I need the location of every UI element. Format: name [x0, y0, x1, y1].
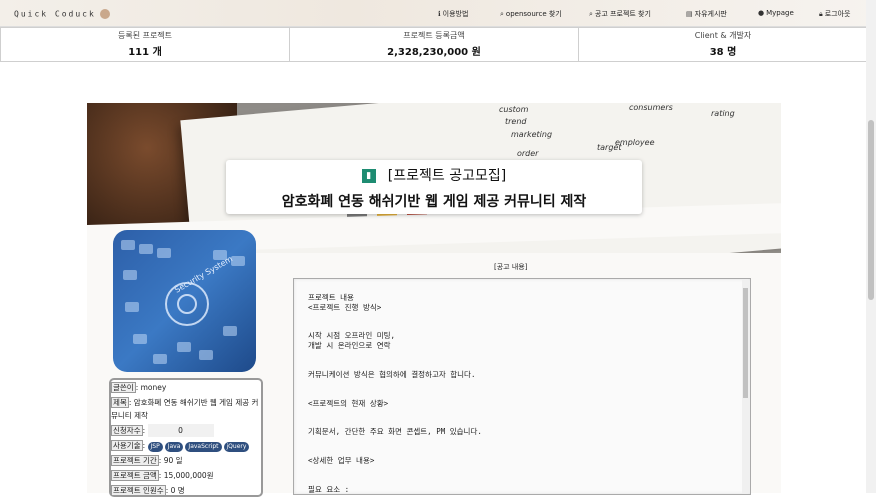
tech-badge: JSP [147, 442, 163, 452]
content-heading: [공고 내용] [494, 263, 528, 271]
nav-mypage-label: Mypage [766, 9, 794, 17]
author-value: : money [135, 383, 167, 392]
nav-logout[interactable]: 🔒︎ 로그아웃 [819, 9, 851, 19]
amount-value: : 15,000,000원 [158, 471, 214, 480]
stat-value: 38 명 [709, 47, 737, 58]
content-text: 프로젝트 내용 <프로젝트 진행 방식> 시작 시점 오프라인 미팅, 개발 시… [308, 293, 482, 494]
stat-value: 2,328,230,000 원 [387, 47, 481, 58]
tech-badge: jQuery [223, 442, 250, 452]
tie-icon: ▮ [361, 169, 376, 183]
tech-label: 사용기술 [111, 440, 143, 451]
site-logo[interactable]: Quick Coduck [14, 9, 110, 19]
lock-icon: 🔒︎ [819, 10, 823, 18]
nav-board[interactable]: ▤ 자유게시판 [686, 9, 727, 19]
members-label: 프로젝트 인원수 [111, 485, 166, 496]
search-icon: ⌕ [589, 10, 593, 18]
stat-label: 등록된 프로젝트 [117, 31, 173, 40]
project-tag-row: ▮ [프로젝트 공고모집] [226, 165, 642, 185]
author-label: 글쓴이 [111, 382, 136, 393]
sketch-word: employee [615, 138, 655, 147]
sketch-word: trend [505, 117, 527, 126]
tech-separator: : [142, 441, 146, 450]
members-value: : 0 명 [165, 486, 185, 495]
nav-project-search-label: 공고 프로젝트 찾기 [594, 10, 651, 18]
title-label: 제목 [111, 397, 129, 408]
search-icon: ⌕ [500, 10, 504, 18]
project-thumbnail: Security System [113, 230, 256, 372]
board-icon: ▤ [686, 10, 693, 18]
sketch-word: marketing [511, 130, 553, 139]
nav-project-search[interactable]: ⌕ 공고 프로젝트 찾기 [589, 9, 651, 19]
page-scroll-thumb[interactable] [868, 120, 874, 300]
stat-users: Client & 개발자 38 명 [579, 28, 867, 61]
project-info-box: 글쓴이: money 제목: 암호화폐 연동 해쉬기반 웹 게임 제공 커뮤니티… [109, 378, 263, 497]
project-title-card: ▮ [프로젝트 공고모집] 암호화폐 연동 해쉬기반 웹 게임 제공 커뮤니티 제… [226, 160, 642, 214]
tech-badge: Java [164, 442, 184, 452]
stat-amount: 프로젝트 등록금액 2,328,230,000 원 [290, 28, 579, 61]
applicants-value: 0 [147, 424, 214, 437]
duck-icon [99, 9, 110, 19]
tech-badge: JavaScript [185, 442, 222, 452]
nav-guide[interactable]: ℹ 이용방법 [438, 9, 468, 19]
applicants-separator: : [142, 426, 146, 435]
period-label: 프로젝트 기간 [111, 455, 159, 466]
user-icon: ● [758, 9, 765, 17]
stat-label: Client & 개발자 [694, 31, 752, 40]
page-scrollbar[interactable] [866, 0, 876, 493]
sketch-word: consumers [629, 103, 673, 112]
sketch-word: rating [711, 109, 735, 118]
project-tag: [프로젝트 공고모집] [387, 168, 507, 184]
sketch-word: custom [499, 105, 529, 114]
project-title: 암호화폐 연동 해쉬기반 웹 게임 제공 커뮤니티 제작 [281, 194, 587, 210]
logo-text: Quick Coduck [14, 9, 96, 19]
content-scrollbar[interactable] [742, 280, 749, 493]
info-icon: ℹ [438, 10, 441, 18]
amount-label: 프로젝트 금액 [111, 470, 159, 481]
period-value: : 90 일 [158, 456, 183, 465]
content-textarea[interactable]: 프로젝트 내용 <프로젝트 진행 방식> 시작 시점 오프라인 미팅, 개발 시… [293, 278, 751, 495]
applicants-label: 신청자수 [111, 425, 143, 436]
nav-mypage[interactable]: ● Mypage [758, 9, 794, 17]
stat-value: 111 개 [128, 47, 162, 58]
nav-opensource[interactable]: ⌕ opensource 찾기 [500, 9, 562, 19]
stat-projects: 등록된 프로젝트 111 개 [1, 28, 290, 61]
sketch-word: order [517, 149, 539, 158]
title-value: : 암호화폐 연동 해쉬기반 웹 게임 제공 커뮤니티 제작 [111, 398, 259, 420]
nav-opensource-label: opensource 찾기 [505, 10, 562, 18]
top-navigation: Quick Coduck ℹ 이용방법 ⌕ opensource 찾기 ⌕ 공고 프로… [0, 0, 876, 27]
nav-guide-label: 이용방법 [442, 10, 469, 18]
nav-logout-label: 로그아웃 [824, 10, 851, 18]
content-scroll-thumb[interactable] [743, 288, 748, 398]
stats-bar: 등록된 프로젝트 111 개 프로젝트 등록금액 2,328,230,000 원… [0, 27, 868, 62]
nav-board-label: 자유게시판 [694, 10, 727, 18]
stat-label: 프로젝트 등록금액 [403, 31, 465, 40]
